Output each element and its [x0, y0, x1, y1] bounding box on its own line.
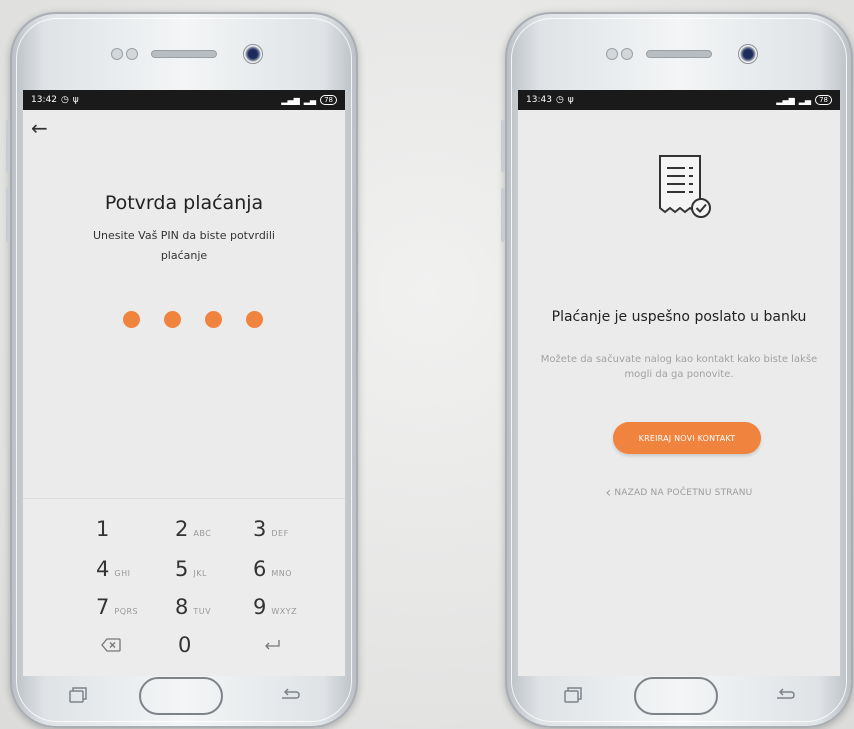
key-letters: ABC [193, 529, 212, 538]
key-digit: 1 [96, 517, 110, 541]
back-key-icon[interactable] [773, 684, 797, 706]
status-time: 13:43 [526, 95, 552, 105]
key-digit: 0 [178, 633, 192, 657]
recent-apps-icon[interactable] [68, 686, 88, 704]
battery-icon: 78 [815, 95, 832, 105]
signal-icon: ▂▄▆ [776, 95, 795, 105]
success-subtitle: Možete da sačuvate nalog kao kontakt kak… [540, 354, 818, 380]
key-9[interactable]: 9 WXYZ [253, 595, 297, 619]
key-1[interactable]: 1 [96, 517, 114, 541]
back-link-label: NAZAD NA POČETNU STRANU [614, 488, 753, 498]
success-title: Plaćanje je uspešno poslato u banku [551, 309, 807, 325]
key-letters: TUV [193, 607, 212, 616]
key-7[interactable]: 7 PQRS [96, 595, 138, 619]
key-digit: 5 [175, 557, 189, 581]
chevron-left-icon: ‹ [605, 485, 612, 501]
front-camera [738, 44, 758, 64]
pin-dot [205, 311, 222, 328]
page-title: Potvrda plaćanja [104, 192, 264, 214]
pin-dot [246, 311, 263, 328]
key-8[interactable]: 8 TUV [175, 595, 211, 619]
phone-right: 13:43 ◷ ψ ▂▄▆ ▂▄ 78 Plaćanje je uspešno … [501, 12, 853, 728]
numeric-keypad: 1 2 ABC 3 DEF 4 GHI 5 JKL 6 MNO 7 PQRS 8… [23, 498, 345, 676]
status-time: 13:42 [31, 95, 57, 105]
receipt-check-icon [655, 152, 717, 224]
backspace-icon[interactable] [101, 637, 121, 656]
front-camera [243, 44, 263, 64]
volume-button [6, 120, 10, 172]
home-button[interactable] [634, 677, 718, 715]
alarm-icon: ◷ [60, 95, 69, 105]
key-letters: DEF [271, 529, 289, 538]
key-digit: 3 [253, 517, 267, 541]
status-bar: 13:42 ◷ ψ ▂▄▆ ▂▄ 78 [23, 90, 345, 110]
home-button[interactable] [139, 677, 223, 715]
pin-screen: 13:42 ◷ ψ ▂▄▆ ▂▄ 78 ← Potvrda plaćanja U… [23, 90, 345, 676]
back-to-home-link[interactable]: ‹ NAZAD NA POČETNU STRANU [518, 485, 840, 501]
key-letters: JKL [193, 569, 207, 578]
status-bar: 13:43 ◷ ψ ▂▄▆ ▂▄ 78 [518, 90, 840, 110]
phone-bottom-bezel [505, 676, 853, 726]
earpiece-speaker [646, 50, 712, 58]
recent-apps-icon[interactable] [563, 686, 583, 704]
usb-icon: ψ [72, 95, 79, 105]
key-digit: 6 [253, 557, 267, 581]
key-3[interactable]: 3 DEF [253, 517, 289, 541]
key-digit: 2 [175, 517, 189, 541]
key-letters: MNO [271, 569, 293, 578]
key-digit: 8 [175, 595, 189, 619]
phone-bottom-bezel [10, 676, 358, 726]
phone-top-bezel [505, 38, 853, 72]
sensor [621, 48, 633, 60]
page-subtitle: Unesite Vaš PIN da biste potvrdili plaća… [93, 229, 275, 262]
pin-indicator [123, 311, 263, 328]
key-4[interactable]: 4 GHI [96, 557, 130, 581]
pin-dot [123, 311, 140, 328]
wifi-icon: ▂▄ [303, 95, 317, 105]
key-letters: GHI [114, 569, 131, 578]
sensor [111, 48, 123, 60]
enter-icon[interactable] [263, 636, 281, 655]
key-2[interactable]: 2 ABC [175, 517, 211, 541]
sensor [126, 48, 138, 60]
sensor [606, 48, 618, 60]
wifi-icon: ▂▄ [798, 95, 812, 105]
key-letters: WXYZ [271, 607, 298, 616]
alarm-icon: ◷ [555, 95, 564, 105]
earpiece-speaker [151, 50, 217, 58]
key-letters: PQRS [114, 607, 139, 616]
battery-icon: 78 [320, 95, 337, 105]
pin-dot [164, 311, 181, 328]
key-6[interactable]: 6 MNO [253, 557, 292, 581]
create-contact-button[interactable]: KREIRAJ NOVI KONTAKT [613, 422, 761, 454]
key-digit: 4 [96, 557, 110, 581]
key-digit: 7 [96, 595, 110, 619]
phone-left: 13:42 ◷ ψ ▂▄▆ ▂▄ 78 ← Potvrda plaćanja U… [6, 12, 358, 728]
usb-icon: ψ [567, 95, 574, 105]
volume-button [501, 188, 505, 242]
phone-top-bezel [10, 38, 358, 72]
back-arrow-icon[interactable]: ← [31, 118, 48, 138]
volume-button [6, 188, 10, 242]
key-0[interactable]: 0 [178, 633, 191, 657]
signal-icon: ▂▄▆ [281, 95, 300, 105]
key-digit: 9 [253, 595, 267, 619]
back-key-icon[interactable] [278, 684, 302, 706]
success-screen: 13:43 ◷ ψ ▂▄▆ ▂▄ 78 Plaćanje je uspešno … [518, 90, 840, 676]
volume-button [501, 120, 505, 172]
key-5[interactable]: 5 JKL [175, 557, 207, 581]
